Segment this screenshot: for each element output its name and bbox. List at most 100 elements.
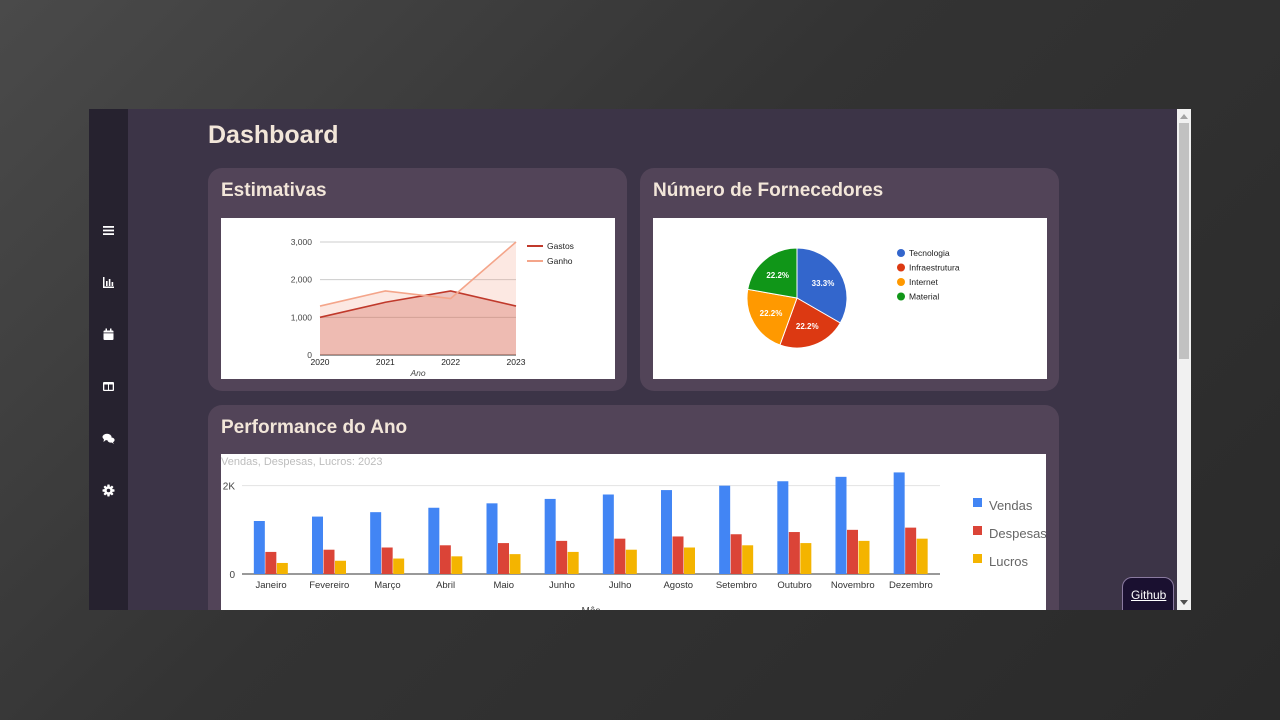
legend-swatch	[897, 249, 905, 257]
legend-label: Internet	[909, 277, 938, 287]
bar-vendas	[544, 498, 556, 574]
x-tick-label: Outubro	[777, 580, 811, 591]
legend-label: Infraestrutura	[909, 263, 960, 273]
bar-lucros	[684, 547, 695, 574]
bar-vendas	[777, 481, 789, 574]
card-title: Estimativas	[221, 180, 327, 201]
bar-vendas	[312, 516, 323, 574]
bar-chart-icon[interactable]	[101, 275, 116, 290]
performance-chart-panel: Vendas, Despesas, Lucros: 2023 2K 0 Janeiro…	[221, 454, 1046, 610]
legend-label: Despesas	[989, 526, 1046, 541]
y-tick-label: 2K	[223, 482, 236, 493]
legend-swatch	[973, 498, 982, 507]
bar-despesas	[847, 529, 858, 574]
bar-vendas	[719, 485, 731, 574]
legend-label: Tecnologia	[909, 248, 950, 258]
bar-despesas	[381, 547, 393, 574]
slice-label: 22.2%	[796, 322, 819, 331]
table-icon[interactable]	[101, 379, 116, 394]
github-button[interactable]: Github	[1122, 577, 1174, 610]
card-title: Número de Fornecedores	[653, 180, 884, 201]
bar-despesas	[498, 543, 509, 574]
bar-vendas	[370, 512, 382, 574]
bar-vendas	[661, 490, 672, 574]
x-tick-label: Março	[374, 580, 400, 591]
bar-vendas	[835, 476, 847, 574]
legend-swatch	[897, 292, 905, 301]
card-title: Performance do Ano	[221, 417, 408, 438]
bar-vendas	[486, 503, 498, 574]
x-tick-label: Janeiro	[255, 580, 286, 591]
bar-despesas	[614, 538, 626, 574]
area-chart: 01,0002,0003,0002020 2021 2022 2023AnoGasto…	[291, 237, 574, 378]
bar-despesas	[788, 532, 800, 574]
bar-lucros	[742, 545, 754, 574]
bar-despesas	[905, 527, 917, 574]
estimativas-card: Estimativas 0 1,000 2,000 3,000 2020 2021 2022…	[208, 168, 627, 391]
bar-vendas	[253, 521, 265, 574]
scrollbar[interactable]	[1177, 109, 1191, 610]
legend-swatch	[897, 278, 905, 286]
legend-swatch	[973, 526, 982, 535]
bar-lucros	[916, 538, 928, 574]
estimativas-chart-panel: 0 1,000 2,000 3,000 2020 2021 2022 2023 Ano Gasto…	[221, 218, 615, 379]
comments-icon[interactable]	[101, 431, 116, 446]
x-tick-label: Dezembro	[889, 580, 933, 591]
bar-despesas	[439, 545, 451, 574]
bar-lucros	[567, 551, 579, 574]
pie-chart: 33.3% 22.2% 22.2% 22.2% Tecnologia Infraestru…	[746, 247, 960, 349]
bar-lucros	[451, 556, 463, 574]
legend-swatch	[897, 263, 905, 272]
bar-vendas	[893, 472, 905, 574]
x-tick-label: Maio	[493, 580, 514, 591]
scrollbar-thumb[interactable]	[1179, 123, 1189, 359]
bar-chart: Vendas, Despesas, Lucros: 2023 2K 0 Janeiro…	[221, 456, 1046, 610]
bar-lucros	[276, 562, 288, 574]
slice-label: 33.3%	[812, 279, 835, 288]
bar-lucros	[858, 540, 870, 574]
legend-swatch	[973, 554, 982, 563]
calendar-icon[interactable]	[101, 327, 116, 342]
bar-lucros	[509, 554, 521, 574]
slice-label: 22.2%	[766, 271, 789, 280]
fornecedores-chart-panel: 33.3% 22.2% 22.2% 22.2% Tecnologia Infraestru…	[653, 218, 1047, 379]
scroll-down-arrow-icon[interactable]	[1180, 600, 1188, 605]
bar-lucros	[625, 549, 637, 574]
scroll-up-arrow-icon[interactable]	[1180, 114, 1188, 119]
x-tick-label: Novembro	[831, 580, 875, 591]
x-tick-label: 2023	[507, 357, 526, 367]
page-title: Dashboard	[208, 121, 339, 149]
bar-despesas	[265, 551, 277, 574]
x-tick-label: 2020	[311, 357, 330, 367]
legend-label: Vendas	[989, 498, 1033, 513]
legend-label: Gastos	[547, 241, 574, 251]
x-tick-label: Abril	[436, 580, 455, 591]
chart-subtitle: Vendas, Despesas, Lucros: 2023	[221, 456, 382, 468]
y-tick-label: 0	[229, 570, 235, 581]
x-tick-label: Junho	[549, 580, 575, 591]
github-link[interactable]: Github	[1131, 588, 1166, 602]
bar-lucros	[393, 558, 405, 574]
x-tick-label: 2021	[376, 357, 395, 367]
x-axis-label: Ano	[409, 368, 425, 378]
y-tick-label: 2,000	[291, 275, 313, 285]
bar-despesas	[730, 534, 742, 574]
gear-icon[interactable]	[101, 483, 116, 498]
menu-icon[interactable]	[101, 223, 116, 238]
bar-despesas	[556, 540, 568, 574]
fornecedores-card: Número de Fornecedores 33.3% 22.2% 22.2% 22…	[640, 168, 1059, 391]
bar-vendas	[602, 494, 614, 574]
x-tick-label: 2022	[441, 357, 460, 367]
x-tick-label: Fevereiro	[309, 580, 349, 591]
app-window: Dashboard Estimativas 0 1,000 2,000 3,000 20…	[89, 109, 1191, 610]
bar-lucros	[335, 560, 346, 574]
bar-lucros	[800, 543, 812, 574]
bar-vendas	[428, 507, 440, 574]
legend-label: Material	[909, 292, 939, 302]
bar-despesas	[672, 536, 684, 574]
x-axis-label: Mês	[582, 606, 601, 610]
legend-label: Lucros	[989, 554, 1029, 569]
bar-despesas	[323, 549, 335, 574]
performance-card: Performance do Ano Vendas, Despesas, Luc…	[208, 405, 1059, 610]
x-tick-label: Julho	[609, 580, 632, 591]
